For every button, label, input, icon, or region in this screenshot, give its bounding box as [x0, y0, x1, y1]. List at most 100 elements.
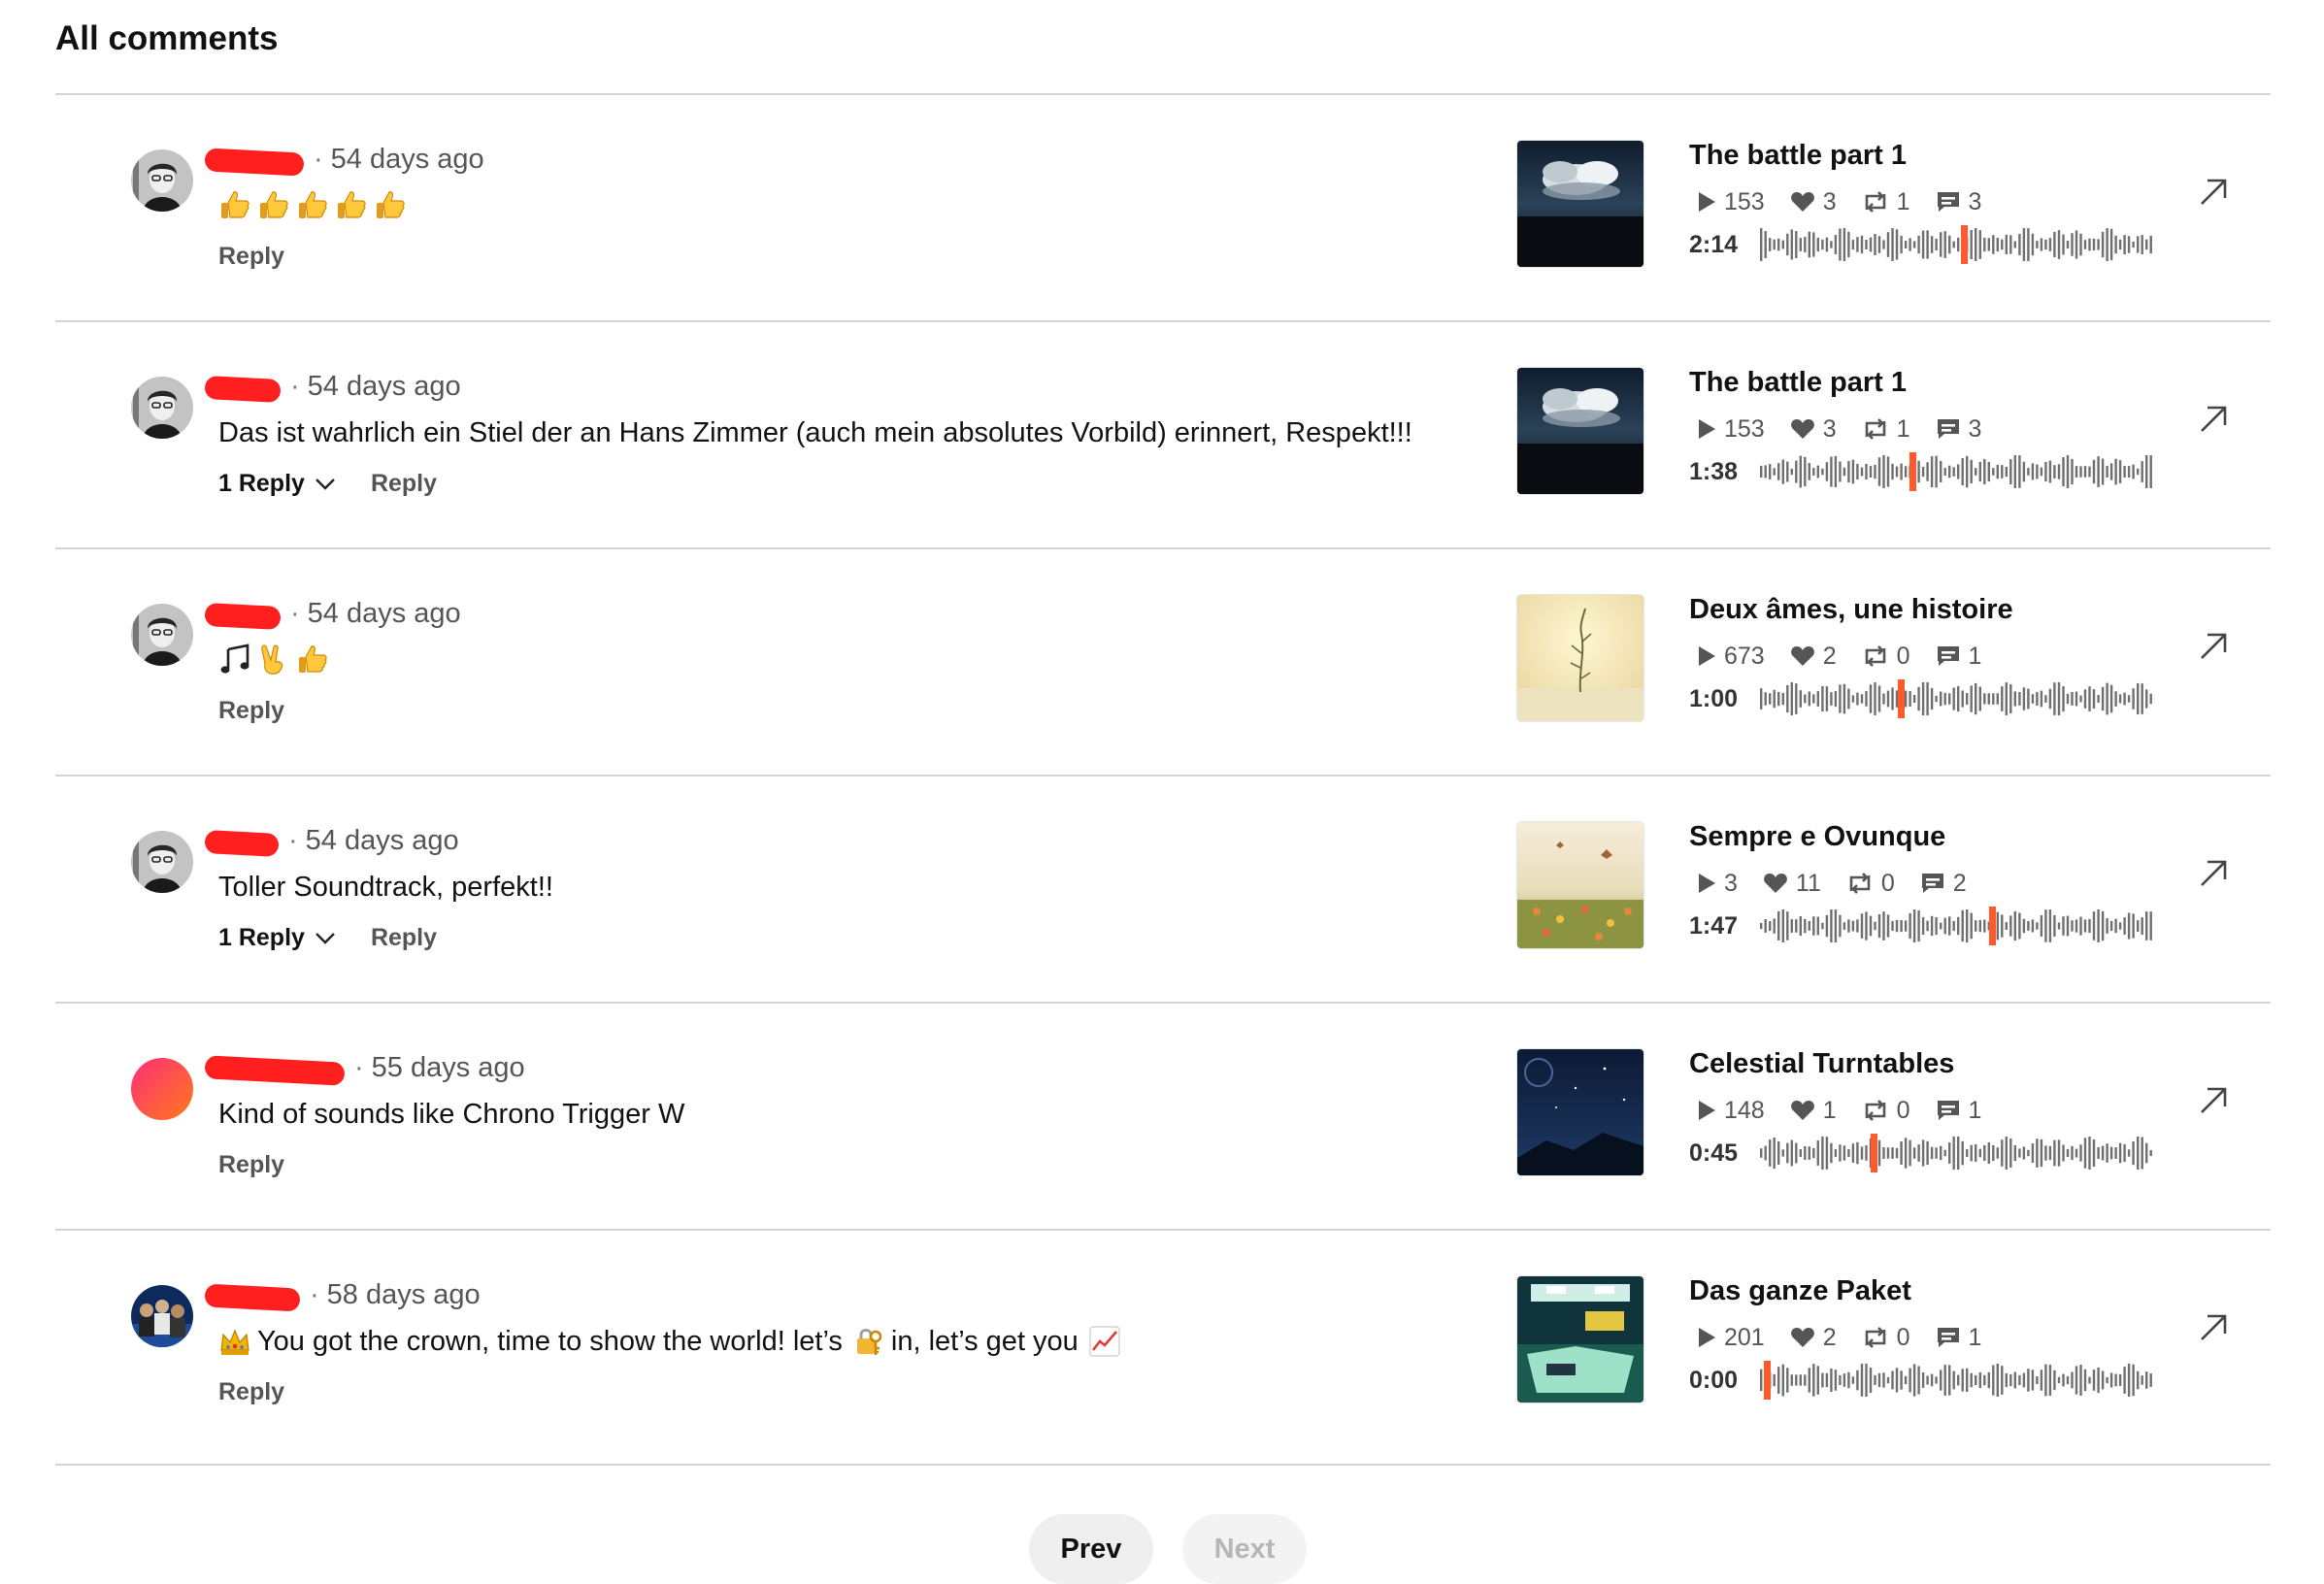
- reply-button[interactable]: Reply: [371, 470, 437, 498]
- view-replies-toggle[interactable]: 1 Reply: [218, 470, 336, 498]
- waveform-bar: [2031, 1143, 2035, 1163]
- track-artwork[interactable]: [1517, 1276, 1643, 1402]
- arrow-up-right-icon[interactable]: [2196, 856, 2231, 891]
- waveform-bar: [1921, 230, 1925, 259]
- username-redacted[interactable]: [204, 372, 282, 404]
- waveform[interactable]: [1759, 223, 2153, 266]
- playhead-marker[interactable]: [1961, 225, 1968, 264]
- repost-count-value: 1: [1896, 414, 1910, 443]
- track-stats: 153 3 1 3: [1697, 182, 2007, 221]
- track-artwork[interactable]: [1517, 595, 1643, 721]
- play-count: 201: [1697, 1324, 1765, 1352]
- waveform-bar: [2101, 231, 2105, 258]
- waveform-bar: [1821, 922, 1824, 930]
- waveform-bar: [1764, 1145, 1767, 1161]
- username-redacted[interactable]: [204, 145, 305, 177]
- track-artwork[interactable]: [1517, 1049, 1643, 1175]
- repost-icon: [1862, 1099, 1897, 1122]
- playhead-marker[interactable]: [1898, 679, 1905, 718]
- username-redacted[interactable]: [204, 1280, 301, 1312]
- waveform-bar: [2040, 1138, 2043, 1168]
- avatar[interactable]: [131, 831, 193, 893]
- waveform-bar: [1891, 1370, 1894, 1390]
- track-title[interactable]: Das ganze Paket: [1689, 1275, 1911, 1307]
- waveform-bar: [1843, 1373, 1846, 1387]
- reply-button[interactable]: Reply: [218, 1151, 284, 1179]
- waveform-bar: [1909, 238, 1911, 251]
- waveform-bar: [2066, 241, 2070, 249]
- waveform-bar: [2001, 914, 2004, 938]
- avatar[interactable]: [131, 1285, 193, 1347]
- waveform-bar: [2022, 228, 2026, 261]
- waveform-bar: [2079, 695, 2082, 703]
- waveform[interactable]: [1759, 1132, 2153, 1174]
- waveform-bar: [1930, 688, 1934, 710]
- redaction-mark: [204, 602, 282, 631]
- waveform-bar: [1812, 916, 1815, 936]
- track-artwork[interactable]: [1517, 368, 1643, 494]
- playhead-marker[interactable]: [1764, 1361, 1771, 1400]
- arrow-up-right-icon[interactable]: [2196, 1083, 2231, 1118]
- waveform-bar: [1921, 916, 1925, 935]
- waveform[interactable]: [1759, 677, 2153, 720]
- arrow-up-right-icon[interactable]: [2196, 402, 2231, 437]
- avatar[interactable]: [131, 149, 193, 212]
- waveform-bar: [2141, 1375, 2143, 1385]
- waveform[interactable]: [1759, 1359, 2153, 1402]
- arrow-up-right-icon[interactable]: [2196, 175, 2231, 210]
- playhead-marker[interactable]: [1989, 907, 1996, 945]
- track-artwork[interactable]: [1517, 141, 1643, 267]
- avatar[interactable]: [131, 377, 193, 439]
- waveform-bar: [2092, 459, 2096, 484]
- reply-button[interactable]: Reply: [218, 697, 284, 725]
- waveform-bar: [2127, 466, 2131, 478]
- prev-button[interactable]: Prev: [1029, 1514, 1153, 1584]
- victory-hand-icon: [257, 644, 290, 676]
- waveform-bar: [2066, 1375, 2070, 1385]
- arrow-up-right-icon[interactable]: [2196, 629, 2231, 664]
- play-count-value: 3: [1724, 869, 1738, 897]
- track-artwork[interactable]: [1517, 822, 1643, 948]
- play-icon: [1697, 418, 1724, 440]
- reply-button[interactable]: Reply: [218, 243, 284, 271]
- track-title[interactable]: The battle part 1: [1689, 140, 1907, 172]
- waveform-bar: [1904, 241, 1908, 248]
- arrow-up-right-icon[interactable]: [2196, 1310, 2231, 1345]
- waveform-bar: [2141, 235, 2143, 254]
- waveform-bar: [1781, 909, 1784, 942]
- waveform-bar: [2022, 461, 2026, 482]
- waveform-bar: [1781, 240, 1784, 249]
- waveform-bar: [1790, 682, 1793, 715]
- username-redacted[interactable]: [204, 1053, 346, 1086]
- waveform[interactable]: [1759, 905, 2153, 947]
- username-redacted[interactable]: [204, 826, 280, 857]
- playhead-marker[interactable]: [1871, 1134, 1877, 1172]
- waveform-bar: [1773, 689, 1776, 709]
- play-icon: [1697, 645, 1724, 667]
- track-title[interactable]: Celestial Turntables: [1689, 1048, 1954, 1080]
- waveform-bar: [2106, 918, 2108, 934]
- comment-icon: [1936, 190, 1969, 214]
- playhead-marker[interactable]: [1909, 452, 1916, 491]
- avatar[interactable]: [131, 604, 193, 666]
- waveform-bar: [1957, 237, 1960, 252]
- reply-button[interactable]: Reply: [371, 924, 437, 952]
- waveform-bar: [2005, 682, 2008, 715]
- track-title[interactable]: Deux âmes, une histoire: [1689, 594, 2013, 626]
- comment-timecode: 1:47: [1689, 911, 1739, 940]
- waveform-bar: [1966, 693, 1969, 706]
- comment-count-value: 1: [1968, 642, 1982, 670]
- waveform-bar: [1957, 916, 1960, 936]
- waveform[interactable]: [1759, 450, 2153, 493]
- track-title[interactable]: Sempre e Ovunque: [1689, 821, 1945, 853]
- comment-row: · 54 days ago Reply Deux âmes, une histoire…: [0, 547, 2324, 775]
- waveform-bar: [2101, 910, 2105, 941]
- waveform-bar: [1886, 1147, 1890, 1159]
- waveform-bar: [2009, 915, 2012, 937]
- track-title[interactable]: The battle part 1: [1689, 367, 1907, 399]
- avatar[interactable]: [131, 1058, 193, 1120]
- username-redacted[interactable]: [204, 599, 282, 631]
- view-replies-toggle[interactable]: 1 Reply: [218, 924, 336, 952]
- waveform-bar: [1786, 1368, 1789, 1393]
- reply-button[interactable]: Reply: [218, 1378, 284, 1406]
